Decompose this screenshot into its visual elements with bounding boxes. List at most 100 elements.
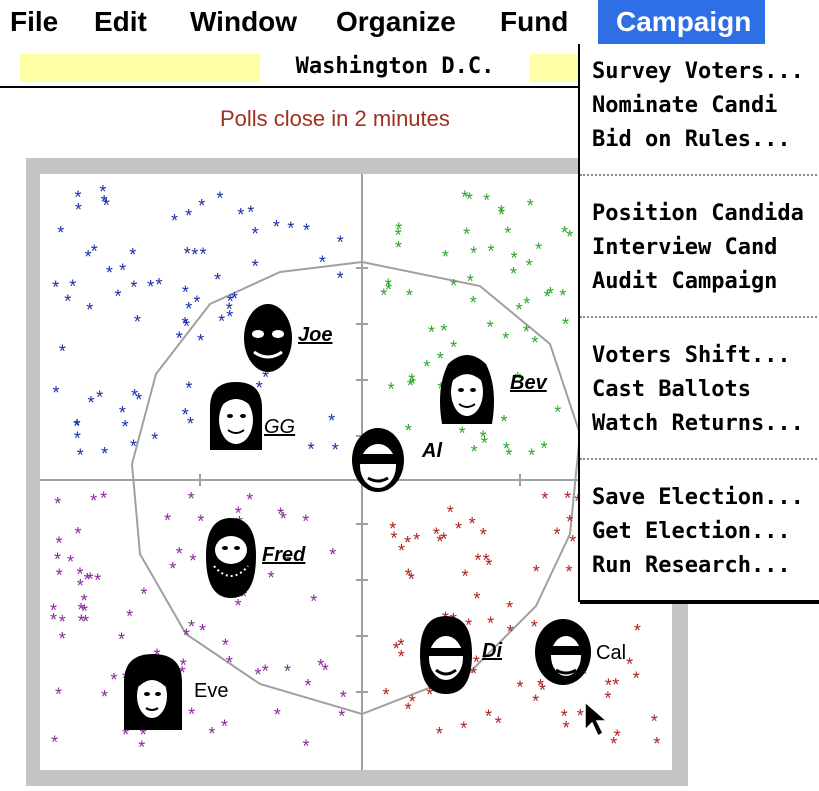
voter-marker: * bbox=[255, 665, 262, 685]
voter-marker: * bbox=[193, 292, 200, 312]
voter-marker: * bbox=[485, 556, 492, 576]
voter-marker: * bbox=[337, 268, 344, 288]
candidate-name-label: Di bbox=[482, 640, 502, 662]
candidate-face-icon bbox=[244, 304, 292, 372]
menu-organize[interactable]: Organize bbox=[336, 2, 456, 42]
voter-marker: * bbox=[119, 261, 126, 281]
voter-marker: * bbox=[226, 653, 233, 673]
voter-marker: * bbox=[337, 232, 344, 252]
voter-marker: * bbox=[633, 668, 640, 688]
voter-marker: * bbox=[428, 322, 435, 342]
voter-marker: * bbox=[221, 716, 228, 736]
menu-item-position-candidates[interactable]: Position Candida bbox=[592, 200, 804, 228]
menu-item-watch-returns[interactable]: Watch Returns... bbox=[592, 410, 804, 438]
voter-marker: * bbox=[409, 692, 416, 712]
polls-close-text: Polls close in 2 minutes bbox=[220, 106, 450, 131]
voter-marker: * bbox=[389, 519, 396, 539]
voter-marker: * bbox=[614, 727, 621, 747]
menu-separator bbox=[580, 174, 819, 176]
voter-marker: * bbox=[53, 383, 60, 403]
voter-marker: * bbox=[185, 379, 192, 399]
candidate-face-icon bbox=[124, 654, 182, 730]
voter-marker: * bbox=[214, 270, 221, 290]
voter-marker: * bbox=[566, 512, 573, 532]
menu-campaign[interactable]: Campaign bbox=[598, 0, 766, 44]
voter-marker: * bbox=[237, 205, 244, 225]
window-title: Washington D.C. bbox=[295, 54, 495, 79]
voter-marker: * bbox=[197, 331, 204, 351]
voter-marker: * bbox=[115, 287, 122, 307]
voter-marker: * bbox=[218, 312, 225, 332]
voter-marker: * bbox=[523, 294, 530, 314]
menu-item-bid-on-rules[interactable]: Bid on Rules... bbox=[592, 126, 791, 154]
voter-marker: * bbox=[118, 629, 125, 649]
voter-marker: * bbox=[395, 238, 402, 258]
menu-item-nominate-candidates[interactable]: Nominate Candi bbox=[592, 92, 777, 120]
voter-marker: * bbox=[469, 514, 476, 534]
voter-marker: * bbox=[383, 685, 390, 705]
voter-marker: * bbox=[188, 704, 195, 724]
voter-marker: * bbox=[67, 552, 74, 572]
voter-marker: * bbox=[56, 534, 63, 554]
menu-file[interactable]: File bbox=[10, 2, 58, 42]
voter-marker: * bbox=[517, 678, 524, 698]
menu-window[interactable]: Window bbox=[190, 2, 297, 42]
voter-marker: * bbox=[547, 284, 554, 304]
voter-marker: * bbox=[222, 636, 229, 656]
menu-fund[interactable]: Fund bbox=[500, 2, 568, 42]
voter-marker: * bbox=[385, 276, 392, 296]
voter-marker: * bbox=[395, 220, 402, 240]
voter-marker: * bbox=[55, 685, 62, 705]
voter-marker: * bbox=[59, 342, 66, 362]
voter-marker: * bbox=[473, 589, 480, 609]
voter-marker: * bbox=[287, 218, 294, 238]
voter-marker: * bbox=[447, 502, 454, 522]
voter-marker: * bbox=[554, 525, 561, 545]
voter-marker: * bbox=[280, 509, 287, 529]
menu-item-save-election[interactable]: Save Election... bbox=[592, 484, 804, 512]
voter-marker: * bbox=[528, 445, 535, 465]
voter-marker: * bbox=[310, 592, 317, 612]
voter-marker: * bbox=[262, 661, 269, 681]
voter-marker: * bbox=[319, 252, 326, 272]
voter-marker: * bbox=[501, 412, 508, 432]
voter-marker: * bbox=[190, 551, 197, 571]
voter-marker: * bbox=[199, 621, 206, 641]
voter-marker: * bbox=[388, 379, 395, 399]
voter-marker: * bbox=[495, 713, 502, 733]
voter-marker: * bbox=[502, 329, 509, 349]
voter-marker: * bbox=[566, 562, 573, 582]
menu-edit[interactable]: Edit bbox=[94, 2, 147, 42]
voter-marker: * bbox=[164, 511, 171, 531]
menu-item-cast-ballots[interactable]: Cast Ballots bbox=[592, 376, 751, 404]
voter-marker: * bbox=[191, 245, 198, 265]
voter-marker: * bbox=[423, 357, 430, 377]
voter-marker: * bbox=[99, 182, 106, 202]
voter-marker: * bbox=[433, 524, 440, 544]
voter-marker: * bbox=[52, 278, 59, 298]
voter-marker: * bbox=[398, 647, 405, 667]
voter-marker: * bbox=[246, 490, 253, 510]
menu-item-voters-shift[interactable]: Voters Shift... bbox=[592, 342, 791, 370]
menu-item-survey-voters[interactable]: Survey Voters... bbox=[592, 58, 804, 86]
voter-marker: * bbox=[506, 598, 513, 618]
voter-marker: * bbox=[531, 333, 538, 353]
candidate-name-label: Cal bbox=[596, 642, 627, 664]
voter-marker: * bbox=[88, 393, 95, 413]
menu-item-audit-campaign[interactable]: Audit Campaign bbox=[592, 268, 777, 296]
menu-item-get-election[interactable]: Get Election... bbox=[592, 518, 791, 546]
voter-marker: * bbox=[485, 707, 492, 727]
voter-marker: * bbox=[462, 567, 469, 587]
voter-marker: * bbox=[84, 570, 91, 590]
menu-item-interview-candidates[interactable]: Interview Cand bbox=[592, 234, 777, 262]
voter-marker: * bbox=[51, 733, 58, 753]
voter-marker: * bbox=[140, 585, 147, 605]
menu-item-run-research[interactable]: Run Research... bbox=[592, 552, 791, 580]
voter-marker: * bbox=[252, 224, 259, 244]
voter-marker: * bbox=[176, 544, 183, 564]
candidate-face-icon bbox=[535, 619, 591, 685]
voter-marker: * bbox=[440, 530, 447, 550]
voter-marker: * bbox=[303, 221, 310, 241]
voter-marker: * bbox=[184, 244, 191, 264]
candidate-name-label: GG bbox=[264, 416, 296, 438]
